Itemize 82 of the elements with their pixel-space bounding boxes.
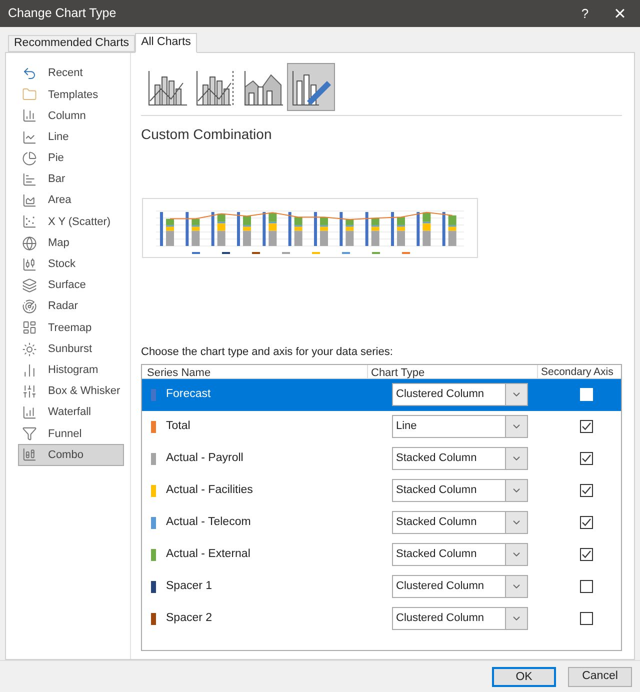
chart-category-item[interactable]: Line (18, 126, 124, 148)
sliders-icon (22, 384, 37, 399)
chart-category-item[interactable]: Recent (18, 63, 124, 84)
chart-category-item[interactable]: Waterfall (18, 402, 124, 424)
chart-category-item[interactable]: Stock (18, 254, 124, 275)
column-header: Chart Type (368, 364, 538, 378)
chart-category-item[interactable]: Map (18, 232, 124, 254)
series-row[interactable]: Spacer 1 Clustered Column (142, 570, 621, 602)
checkbox[interactable] (580, 548, 593, 561)
chart-category-item[interactable]: Box & Whisker (18, 380, 124, 402)
chart-category-item[interactable]: Area (18, 190, 124, 212)
grid-icon (22, 320, 37, 336)
tab[interactable]: All Charts (135, 33, 197, 53)
undo-icon (22, 66, 37, 82)
cancel-button[interactable]: Cancel (568, 666, 632, 686)
rising-bars-icon (22, 405, 37, 420)
candlestick-chart-icon (22, 256, 37, 272)
sun-icon (22, 342, 37, 357)
series-row[interactable]: Actual - External Stacked Column (142, 538, 621, 570)
chart-type-dropdown[interactable]: Clustered Column (392, 383, 528, 406)
line-chart-icon (22, 130, 37, 145)
chart-type-dropdown[interactable]: Stacked Column (392, 447, 528, 470)
chart-category-item[interactable]: Templates (18, 84, 124, 106)
chart-type-dropdown[interactable]: Clustered Column (392, 607, 528, 630)
ok-button[interactable]: OK (492, 666, 556, 686)
chart-type-dropdown[interactable]: Stacked Column (392, 543, 528, 566)
series-name: Actual - Telecom (166, 514, 252, 530)
series-row[interactable]: Total Line (142, 410, 621, 442)
checkbox[interactable] (580, 516, 593, 529)
series-name: Actual - Payroll (166, 450, 244, 466)
chart-category-item[interactable]: Sunburst (18, 338, 124, 360)
series-name: Spacer 1 (166, 578, 214, 594)
histogram-icon (22, 362, 37, 378)
checkbox[interactable] (580, 580, 593, 593)
column-chart-icon (22, 108, 37, 124)
tab[interactable]: Recommended Charts (8, 35, 136, 52)
chart-category-item[interactable]: X Y (Scatter) (18, 211, 124, 232)
column-header: Series Name (142, 364, 368, 378)
section-heading: Custom Combination (141, 125, 273, 144)
series-row[interactable]: Actual - Payroll Stacked Column (142, 442, 621, 474)
series-name: Spacer 2 (166, 610, 214, 626)
radar-icon (22, 299, 37, 314)
series-name: Actual - External (166, 546, 252, 562)
chart-type-dropdown[interactable]: Stacked Column (392, 511, 528, 534)
series-row[interactable]: Actual - Facilities Stacked Column (142, 474, 621, 506)
help-button[interactable]: ? (570, 0, 600, 27)
layers-icon (22, 278, 37, 293)
stacked-column-icon (22, 447, 37, 462)
window-title: Change Chart Type (8, 5, 116, 22)
series-name: Total (166, 418, 192, 434)
chart-category-item[interactable]: Pie (18, 148, 124, 169)
chart-category-item[interactable]: Funnel (18, 423, 124, 444)
scatter-chart-icon (22, 214, 37, 230)
series-name: Actual - Facilities (166, 482, 254, 498)
chart-subtype-button[interactable] (287, 63, 335, 111)
checkbox[interactable] (580, 452, 593, 465)
chart-category-item[interactable]: Histogram (18, 360, 124, 381)
series-name: Forecast (166, 386, 212, 402)
folder-icon (22, 87, 37, 102)
series-row[interactable]: Actual - Telecom Stacked Column (142, 506, 621, 538)
chart-category-item[interactable]: Bar (18, 168, 124, 190)
chart-category-item[interactable]: Treemap (18, 317, 124, 338)
instruction-text: Choose the chart type and axis for your data series: (141, 345, 394, 360)
chart-category-item[interactable]: Radar (18, 296, 124, 318)
series-row[interactable]: Forecast Clustered Column (142, 378, 621, 410)
chart-type-dropdown[interactable]: Stacked Column (392, 479, 528, 502)
area-chart-icon (22, 193, 37, 208)
chart-category-item[interactable]: Combo (18, 444, 124, 466)
series-row[interactable]: Spacer 2 Clustered Column (142, 602, 621, 634)
chart-category-item[interactable]: Column (18, 105, 124, 127)
checkbox[interactable] (580, 612, 593, 625)
checkbox[interactable] (580, 420, 593, 433)
funnel-icon (22, 426, 37, 442)
chart-type-dropdown[interactable]: Line (392, 415, 528, 438)
chart-type-dropdown[interactable]: Clustered Column (392, 575, 528, 598)
pie-chart-icon (22, 150, 37, 166)
globe-icon (22, 236, 37, 251)
bar-chart-icon (22, 172, 37, 188)
column-header: Secondary Axis (540, 364, 614, 378)
checkbox[interactable] (580, 484, 593, 497)
close-button[interactable]: × (600, 0, 640, 27)
chart-category-item[interactable]: Surface (18, 274, 124, 296)
